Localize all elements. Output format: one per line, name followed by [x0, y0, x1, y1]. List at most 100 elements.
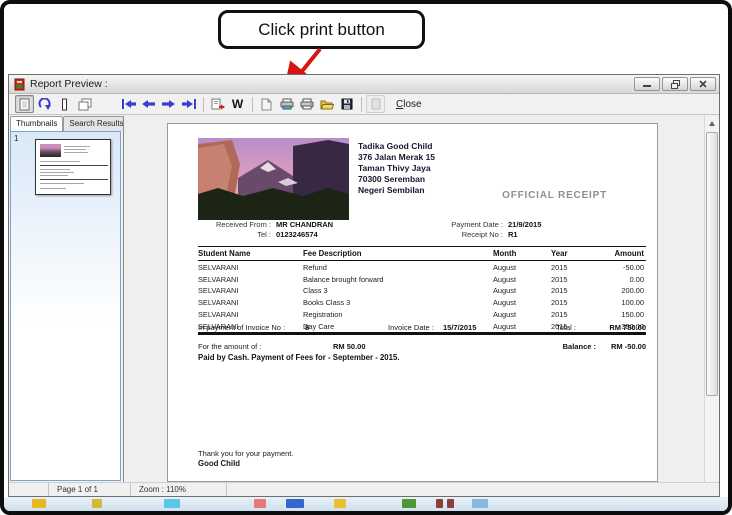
table-row: SELVARANIBooks Class 3August2015100.00 — [198, 297, 646, 309]
col-month: Month — [493, 247, 551, 261]
cell: SELVARANI — [198, 285, 303, 297]
table-row: SELVARANIBalance brought forwardAugust20… — [198, 273, 646, 285]
screenshot-frame: Click print button Report Preview : — [0, 0, 732, 515]
printer-settings-button[interactable] — [277, 95, 296, 113]
invoice-line: In payment of Invoice No : 8 Invoice Dat… — [198, 321, 646, 335]
callout-label: Click print button — [258, 20, 385, 40]
find-icon: W — [232, 98, 243, 110]
next-page-icon — [161, 99, 176, 109]
open-button[interactable] — [317, 95, 336, 113]
report-preview-window: Report Preview : — [8, 74, 720, 497]
multi-page-button[interactable] — [75, 95, 94, 113]
page-outline-button[interactable] — [55, 95, 74, 113]
tab-search-results[interactable]: Search Results — [63, 116, 129, 131]
cell: SELVARANI — [198, 261, 303, 273]
prev-page-icon — [141, 99, 156, 109]
balance-label: Balance : — [563, 342, 596, 351]
print-icon — [300, 98, 314, 110]
cell: 2015 — [551, 261, 596, 273]
receipt-page: Tadika Good Child 376 Jalan Merak 15 Tam… — [167, 123, 658, 482]
toolbar-separator — [361, 97, 362, 112]
save-button[interactable] — [337, 95, 356, 113]
next-page-button[interactable] — [159, 95, 178, 113]
company-address-line: 70300 Seremban — [358, 174, 435, 185]
page-width-button[interactable] — [35, 95, 54, 113]
first-page-button[interactable] — [119, 95, 138, 113]
find-button[interactable]: W — [228, 95, 247, 113]
cell: 150.00 — [596, 309, 646, 321]
cell: Books Class 3 — [303, 297, 493, 309]
scroll-up-button[interactable] — [705, 116, 719, 131]
table-header-row: Student Name Fee Description Month Year … — [198, 247, 646, 261]
company-block: Tadika Good Child 376 Jalan Merak 15 Tam… — [358, 141, 435, 196]
export-disabled-button[interactable] — [366, 95, 385, 113]
copy-icon — [261, 98, 272, 111]
received-from-value: MR CHANDRAN — [276, 220, 333, 229]
export-icon — [371, 98, 381, 110]
close-window-button[interactable] — [690, 77, 716, 91]
statusbar-page: Page 1 of 1 — [49, 483, 131, 496]
page-width-icon — [38, 98, 51, 110]
restore-button[interactable] — [662, 77, 688, 91]
multi-page-icon — [78, 98, 92, 111]
amount-value: RM 50.00 — [333, 342, 366, 351]
receipt-no-value: R1 — [508, 230, 518, 239]
cell: -50.00 — [596, 261, 646, 273]
receipt-title: OFFICIAL RECEIPT — [502, 190, 607, 201]
window-body: Thumbnails Search Results 1 — [9, 116, 719, 482]
toolbar-separator — [203, 97, 204, 112]
cell: Class 3 — [303, 285, 493, 297]
cell: 0.00 — [596, 273, 646, 285]
prev-page-button[interactable] — [139, 95, 158, 113]
cell: 2015 — [551, 273, 596, 285]
cell: August — [493, 297, 551, 309]
first-page-icon — [121, 99, 137, 109]
page-view-button[interactable] — [15, 95, 34, 113]
col-year: Year — [551, 247, 596, 261]
scrollbar-thumb[interactable] — [706, 132, 718, 396]
balance-value: RM -50.00 — [611, 342, 646, 351]
invoice-date-label: Invoice Date : — [388, 321, 434, 334]
footer-thanks: Thank you for your payment. — [198, 449, 293, 458]
cell: 2015 — [551, 297, 596, 309]
thumbnail-photo — [40, 144, 61, 157]
col-student-name: Student Name — [198, 247, 303, 261]
last-page-icon — [181, 99, 197, 109]
amount-label: For the amount of : — [198, 342, 261, 351]
thumbnail-panel: 1 — [10, 131, 121, 481]
window-title: Report Preview : — [30, 78, 108, 90]
receipt-no-label: Receipt No : — [368, 230, 503, 239]
total-label: Total : — [556, 321, 576, 334]
last-page-button[interactable] — [179, 95, 198, 113]
footer-signature: Good Child — [198, 459, 240, 468]
cell: SELVARANI — [198, 309, 303, 321]
print-button[interactable] — [297, 95, 316, 113]
sidebar-tabs: Thumbnails Search Results — [9, 116, 123, 131]
toolbar-separator — [252, 97, 253, 112]
cell: 2015 — [551, 309, 596, 321]
vertical-scrollbar[interactable] — [704, 116, 719, 482]
minimize-button[interactable] — [634, 77, 660, 91]
cell: SELVARANI — [198, 297, 303, 309]
print-setup-icon — [211, 98, 225, 110]
thumbnail-page-number: 1 — [14, 134, 18, 143]
print-setup-button[interactable] — [208, 95, 227, 113]
page-thumbnail[interactable] — [35, 139, 111, 195]
copy-button[interactable] — [257, 95, 276, 113]
statusbar-blank — [9, 483, 49, 496]
window-controls — [634, 77, 716, 91]
cell: August — [493, 285, 551, 297]
close-report-button[interactable]: Close — [396, 99, 422, 110]
statusbar: Page 1 of 1 Zoom : 110% — [9, 482, 719, 496]
cell: 100.00 — [596, 297, 646, 309]
col-fee-description: Fee Description — [303, 247, 493, 261]
cell: SELVARANI — [198, 273, 303, 285]
tab-thumbnails[interactable]: Thumbnails — [10, 116, 63, 131]
company-address-line: Negeri Sembilan — [358, 185, 435, 196]
invoice-no-value: 8 — [305, 321, 309, 334]
callout-annotation: Click print button — [218, 10, 425, 49]
amount-line: For the amount of : RM 50.00 Balance : R… — [198, 342, 646, 353]
received-from-label: Received From : — [168, 220, 271, 229]
cell: August — [493, 309, 551, 321]
open-folder-icon — [320, 99, 334, 110]
